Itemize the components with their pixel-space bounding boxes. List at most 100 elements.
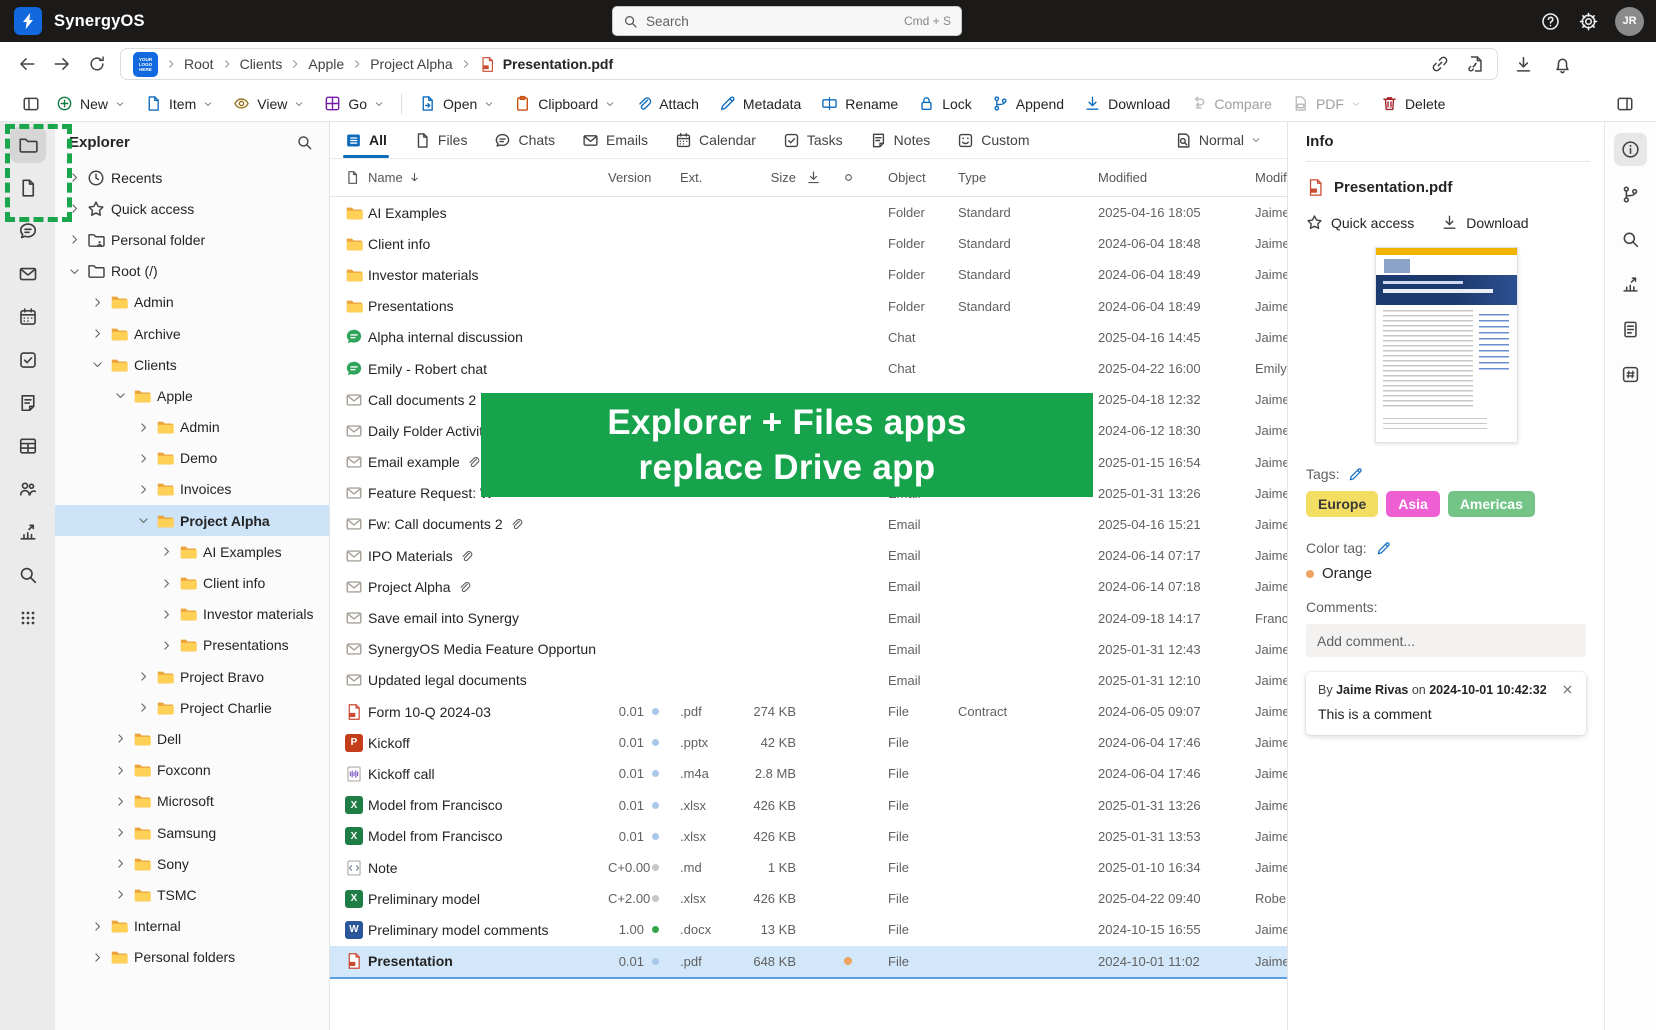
column-header-size[interactable]: Size [728, 170, 796, 185]
chevron-down-icon[interactable] [68, 265, 81, 278]
tree-item-sony[interactable]: Sony [55, 848, 329, 879]
tree-item-presentations[interactable]: Presentations [55, 630, 329, 661]
pdf-thumbnail[interactable] [1375, 247, 1518, 443]
table-row[interactable]: XModel from Francisco0.01.xlsx426 KBFile… [330, 821, 1287, 852]
close-icon[interactable] [1561, 683, 1574, 696]
panel-activity-button[interactable] [1614, 268, 1647, 301]
quick-access-button[interactable]: Quick access [1306, 214, 1414, 231]
rename-button[interactable]: Rename [811, 89, 908, 119]
tag-chip-americas[interactable]: Americas [1448, 491, 1535, 517]
table-row[interactable]: AI ExamplesFolderStandard2025-04-16 18:0… [330, 197, 1287, 228]
back-button[interactable] [16, 53, 38, 75]
chevron-right-icon[interactable] [137, 483, 150, 496]
tree-item-clients[interactable]: Clients [55, 349, 329, 380]
table-row[interactable]: NoteC+0.00.md1 KBFile2025-01-10 16:34Jai… [330, 852, 1287, 883]
tree-item-invoices[interactable]: Invoices [55, 474, 329, 505]
tree-item-tsmc[interactable]: TSMC [55, 879, 329, 910]
metadata-button[interactable]: Metadata [709, 89, 811, 119]
chevron-right-icon[interactable] [91, 920, 104, 933]
delete-button[interactable]: Delete [1371, 89, 1455, 119]
tree-item-admin[interactable]: Admin [55, 412, 329, 443]
tab-files[interactable]: Files [414, 122, 468, 158]
rail-people-button[interactable] [10, 471, 46, 507]
rail-notes-button[interactable] [10, 385, 46, 421]
column-header-modified[interactable]: Modified [1006, 170, 1240, 185]
table-row[interactable]: SynergyOS Media Feature OpportunEmail202… [330, 634, 1287, 665]
chevron-right-icon[interactable] [91, 296, 104, 309]
rail-search-button[interactable] [10, 557, 46, 593]
breadcrumb-item-project-alpha[interactable]: Project Alpha [370, 56, 453, 72]
item-button[interactable]: Item [135, 89, 223, 119]
sidebar-search-icon[interactable] [296, 134, 313, 151]
tree-item-recents[interactable]: Recents [55, 162, 329, 193]
table-row[interactable]: XPreliminary modelC+2.00.xlsx426 KBFile2… [330, 883, 1287, 914]
tree-item-internal[interactable]: Internal [55, 911, 329, 942]
panel-info-button[interactable] [1614, 133, 1647, 166]
rail-analytics-button[interactable] [10, 514, 46, 550]
tab-custom[interactable]: Custom [957, 122, 1029, 158]
append-button[interactable]: Append [982, 89, 1074, 119]
refresh-button[interactable] [86, 53, 108, 75]
panel-versions-button[interactable] [1614, 178, 1647, 211]
tree-item-project-alpha[interactable]: Project Alpha [55, 505, 329, 536]
table-row[interactable]: PresentationsFolderStandard2024-06-04 18… [330, 291, 1287, 322]
rail-files-button[interactable] [10, 170, 46, 206]
tree-item-samsung[interactable]: Samsung [55, 817, 329, 848]
tab-chats[interactable]: Chats [494, 122, 555, 158]
rail-apps-button[interactable] [10, 600, 46, 636]
tab-calendar[interactable]: Calendar [675, 122, 756, 158]
breadcrumb-current[interactable]: Presentation.pdf [479, 56, 613, 73]
breadcrumb-item-clients[interactable]: Clients [240, 56, 283, 72]
chevron-right-icon[interactable] [114, 795, 127, 808]
breadcrumb-item-root[interactable]: Root [184, 56, 214, 72]
edit-pencil-icon[interactable] [1348, 467, 1363, 482]
copy-link-icon[interactable] [1431, 55, 1449, 73]
table-row[interactable]: Kickoff call0.01.m4a2.8 MBFile2024-06-04… [330, 758, 1287, 789]
toggle-sidebar-button[interactable] [16, 89, 46, 119]
new-button[interactable]: New [46, 89, 135, 119]
table-row[interactable]: Project AlphaEmail2024-06-14 07:18Jaime … [330, 571, 1287, 602]
breadcrumb-item-apple[interactable]: Apple [308, 56, 344, 72]
tree-item-ai-examples[interactable]: AI Examples [55, 536, 329, 567]
tree-item-personal-folders[interactable]: Personal folders [55, 942, 329, 973]
table-row[interactable]: IPO MaterialsEmail2024-06-14 07:17Jaime … [330, 540, 1287, 571]
column-header-object[interactable]: Object [866, 170, 946, 185]
table-row[interactable]: Investor materialsFolderStandard2024-06-… [330, 259, 1287, 290]
table-row[interactable]: Emily - Robert chatChat2025-04-22 16:00E… [330, 353, 1287, 384]
table-row[interactable]: Client infoFolderStandard2024-06-04 18:4… [330, 228, 1287, 259]
chevron-right-icon[interactable] [137, 701, 150, 714]
tree-item-personal-folder[interactable]: Personal folder [55, 224, 329, 255]
tree-item-demo[interactable]: Demo [55, 443, 329, 474]
column-header-type[interactable]: Type [946, 170, 1006, 185]
document-link-icon[interactable] [1467, 55, 1485, 73]
panel-metadata-button[interactable] [1614, 358, 1647, 391]
open-button[interactable]: Open [409, 89, 504, 119]
download-button[interactable]: Download [1074, 89, 1180, 119]
search-input[interactable]: Search Cmd + S [612, 6, 962, 36]
table-row[interactable]: Presentation0.01.pdf648 KBFile2024-10-01… [330, 946, 1287, 979]
chevron-right-icon[interactable] [68, 233, 81, 246]
chevron-down-icon[interactable] [91, 358, 104, 371]
tree-item-dell[interactable]: Dell [55, 723, 329, 754]
tag-chip-europe[interactable]: Europe [1306, 491, 1378, 517]
attach-button[interactable]: Attach [625, 89, 709, 119]
tree-item-project-charlie[interactable]: Project Charlie [55, 692, 329, 723]
avatar[interactable]: JR [1615, 7, 1644, 36]
edit-pencil-icon[interactable] [1376, 541, 1391, 556]
chevron-right-icon[interactable] [114, 732, 127, 745]
clipboard-button[interactable]: Clipboard [504, 89, 625, 119]
chevron-right-icon[interactable] [114, 888, 127, 901]
view-button[interactable]: View [223, 89, 314, 119]
chevron-right-icon[interactable] [160, 608, 173, 621]
table-row[interactable]: PKickoff0.01.pptx42 KBFile2024-06-04 17:… [330, 727, 1287, 758]
go-button[interactable]: Go [314, 89, 394, 119]
chevron-right-icon[interactable] [91, 951, 104, 964]
chevron-right-icon[interactable] [68, 202, 81, 215]
tree-item-project-bravo[interactable]: Project Bravo [55, 661, 329, 692]
notifications-bell-icon[interactable] [1553, 55, 1572, 74]
tree-item-foxconn[interactable]: Foxconn [55, 755, 329, 786]
forward-button[interactable] [51, 53, 73, 75]
table-row[interactable]: Form 10-Q 2024-030.01.pdf274 KBFileContr… [330, 696, 1287, 727]
chevron-right-icon[interactable] [137, 670, 150, 683]
view-mode-selector[interactable]: Normal [1175, 132, 1261, 149]
